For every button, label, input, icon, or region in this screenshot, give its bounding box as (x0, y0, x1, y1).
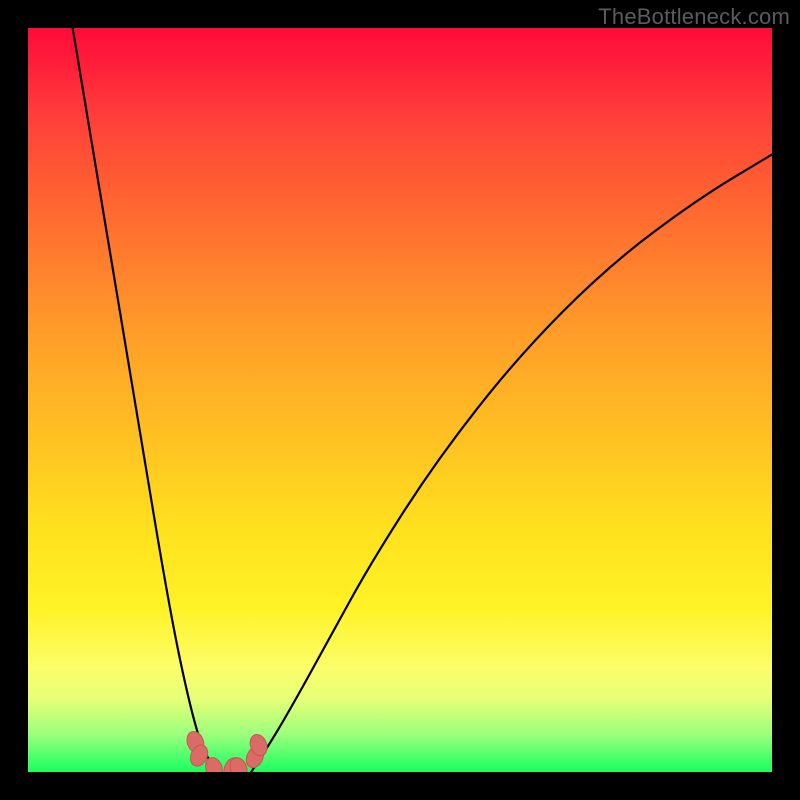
chart-frame: TheBottleneck.com (0, 0, 800, 800)
curve-layer (28, 28, 772, 772)
watermark-label: TheBottleneck.com (598, 4, 790, 30)
knot-group (184, 729, 270, 772)
left-curve (73, 28, 218, 772)
plot-area (28, 28, 772, 772)
right-curve (251, 154, 772, 772)
